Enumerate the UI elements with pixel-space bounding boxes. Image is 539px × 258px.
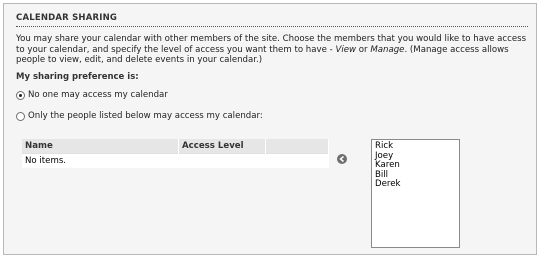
option-listed-people[interactable]: Only the people listed below may access … — [16, 111, 263, 121]
list-item[interactable]: Derek — [375, 179, 456, 190]
empty-table-message: No items. — [22, 153, 329, 168]
column-name[interactable]: Name — [22, 139, 179, 154]
description-or: or — [356, 44, 371, 55]
members-listbox[interactable]: Rick Joey Karen Bill Derek — [371, 139, 460, 248]
option-listed-people-label: Only the people listed below may access … — [28, 111, 263, 121]
option-no-one[interactable]: No one may access my calendar — [16, 90, 168, 100]
radio-listed-people[interactable] — [16, 111, 25, 121]
section-description: You may share your calendar with other m… — [16, 34, 530, 66]
arrow-left-icon — [339, 155, 344, 163]
access-table: Name Access Level No items. — [22, 139, 329, 168]
manage-access-term: Manage — [370, 44, 405, 55]
add-member-button[interactable] — [337, 154, 347, 164]
table-header-row: Name Access Level — [22, 139, 329, 154]
calendar-sharing-panel: CALENDAR SHARING You may share your cale… — [3, 3, 537, 255]
sharing-preference-heading: My sharing preference is: — [16, 72, 139, 82]
view-access-term: View — [335, 44, 357, 55]
section-title: CALENDAR SHARING — [16, 13, 528, 27]
radio-no-one[interactable] — [16, 90, 25, 100]
option-no-one-label: No one may access my calendar — [28, 90, 168, 100]
column-extra — [265, 139, 329, 154]
column-access-level[interactable]: Access Level — [178, 139, 266, 154]
table-row: No items. — [22, 153, 329, 168]
